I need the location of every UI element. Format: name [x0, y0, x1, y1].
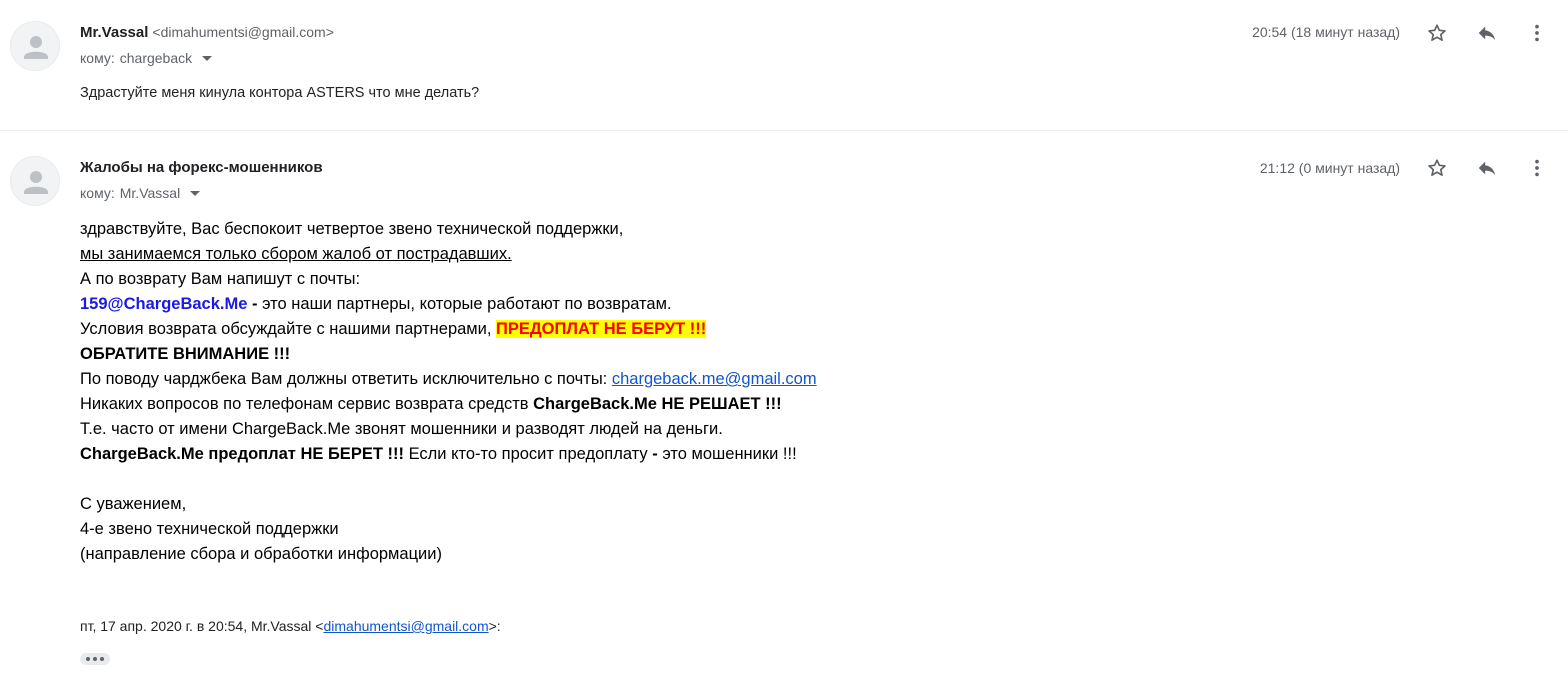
sender-line: Жалобы на форекс-мошенников [80, 159, 323, 176]
reply-icon[interactable] [1474, 155, 1500, 181]
body-line-no-phone: Никаких вопросов по телефонам сервис воз… [80, 392, 817, 417]
recipient-name: chargeback [119, 50, 193, 66]
no-prepay-text: Если кто-то просит предоплату [403, 445, 653, 463]
to-label: кому: [80, 185, 115, 201]
dropdown-caret-icon[interactable] [190, 190, 201, 196]
email-message-1: Mr.Vassal <dimahumentsi@gmail.com> кому: … [0, 0, 1568, 131]
body-line-partner-email: 159@ChargeBack.Me - это наши партнеры, к… [80, 292, 817, 317]
more-vert-icon[interactable] [1524, 20, 1550, 46]
sender-name[interactable]: Mr.Vassal [80, 24, 148, 41]
chargeback-email-link[interactable]: chargeback.me@gmail.com [612, 370, 817, 388]
message-body: здравствуйте, Вас беспокоит четвертое зв… [80, 217, 817, 567]
signature-greeting: С уважением, [80, 495, 187, 513]
recipient-line: кому: chargeback [80, 50, 213, 66]
quote-suffix: >: [488, 618, 501, 634]
body-line-conditions: Условия возврата обсуждайте с нашими пар… [80, 317, 817, 342]
conditions-text: Условия возврата обсуждайте с нашими пар… [80, 320, 497, 338]
no-phone-text: Никаких вопросов по телефонам сервис воз… [80, 395, 534, 413]
signature-team: 4-е звено технической поддержки [80, 520, 339, 538]
signature-department: (направление сбора и обработки информаци… [80, 545, 442, 563]
body-line-refund-intro: А по возврату Вам напишут с почты: [80, 270, 361, 288]
no-phone-bold: ChargeBack.Me НЕ РЕШАЕТ !!! [533, 395, 782, 413]
star-icon[interactable] [1424, 20, 1450, 46]
sender-avatar-icon[interactable] [10, 21, 60, 71]
body-line-greeting: здравствуйте, Вас беспокоит четвертое зв… [80, 220, 624, 238]
message-snippet[interactable]: Здрастуйте меня кинула контора ASTERS чт… [80, 85, 479, 101]
more-vert-icon[interactable] [1524, 155, 1550, 181]
recipient-name: Mr.Vassal [119, 185, 181, 201]
quote-prefix: пт, 17 апр. 2020 г. в 20:54, Mr.Vassal < [80, 618, 324, 634]
no-prepayment-highlight: ПРЕДОПЛАТ НЕ БЕРУТ !!! [496, 320, 707, 338]
show-trimmed-content-icon[interactable] [80, 653, 110, 665]
star-icon[interactable] [1424, 155, 1450, 181]
quoted-message-header: пт, 17 апр. 2020 г. в 20:54, Mr.Vassal <… [80, 618, 501, 634]
body-line-scam-warning: Т.е. часто от имени ChargeBack.Me звонят… [80, 420, 723, 438]
recipient-line: кому: Mr.Vassal [80, 185, 201, 201]
quote-email-link[interactable]: dimahumentsi@gmail.com [323, 618, 488, 634]
body-line-chargeback-email: По поводу чарджбека Вам должны ответить … [80, 367, 817, 392]
sender-email: <dimahumentsi@gmail.com> [152, 24, 334, 40]
partner-email-text: 159@ChargeBack.Me [80, 295, 248, 313]
to-label: кому: [80, 50, 115, 66]
body-line-attention: ОБРАТИТЕ ВНИМАНИЕ !!! [80, 345, 291, 363]
partner-description: это наши партнеры, которые работают по в… [262, 295, 672, 313]
reply-icon[interactable] [1474, 20, 1500, 46]
no-prepay-bold: ChargeBack.Me предоплат НЕ БЕРЕТ !!! [80, 445, 404, 463]
sender-line: Mr.Vassal <dimahumentsi@gmail.com> [80, 24, 334, 41]
sender-name[interactable]: Жалобы на форекс-мошенников [80, 159, 323, 176]
email-message-2: Жалобы на форекс-мошенников кому: Mr.Vas… [0, 132, 1568, 681]
no-prepay-text-end: это мошенники !!! [657, 445, 797, 463]
body-line-no-prepay: ChargeBack.Me предоплат НЕ БЕРЕТ !!! Есл… [80, 442, 817, 467]
message-timestamp: 21:12 (0 минут назад) [1259, 160, 1400, 176]
dash-text: - [247, 295, 263, 313]
chargeback-email-text: По поводу чарджбека Вам должны ответить … [80, 370, 612, 388]
sender-avatar-icon[interactable] [10, 156, 60, 206]
body-line-purpose: мы занимаемся только сбором жалоб от пос… [80, 245, 512, 263]
dropdown-caret-icon[interactable] [202, 55, 213, 61]
message-timestamp: 20:54 (18 минут назад) [1252, 24, 1400, 40]
